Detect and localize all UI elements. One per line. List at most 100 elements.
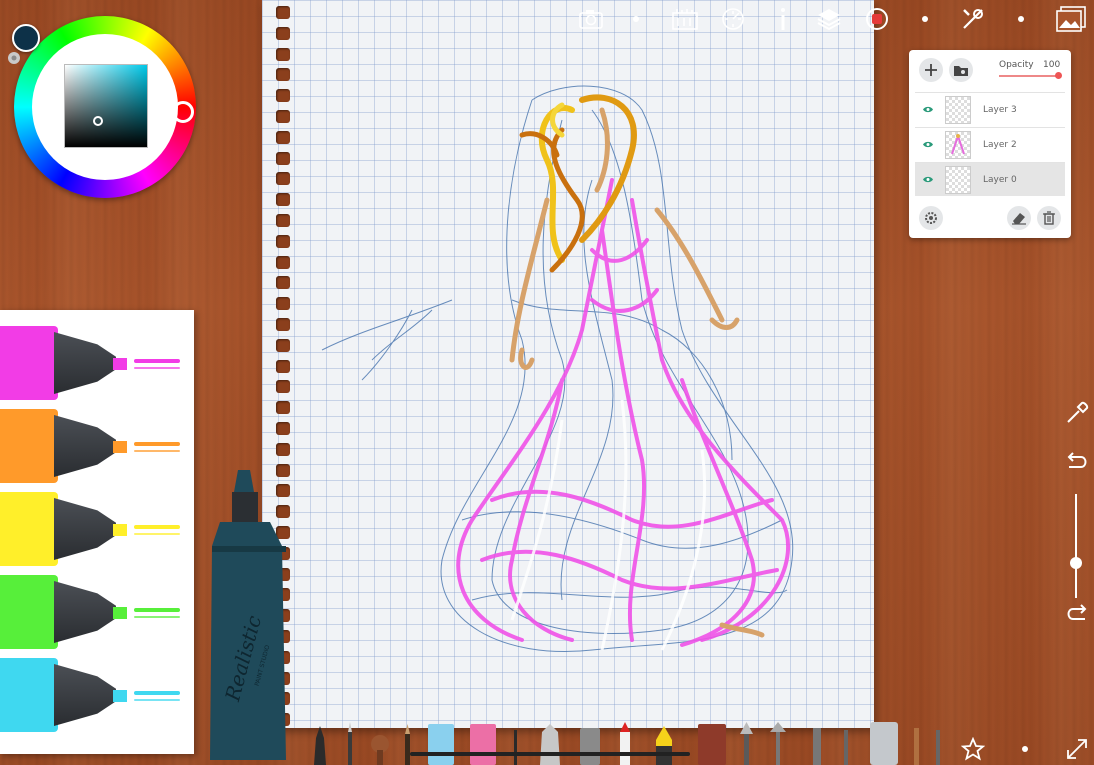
hue-selection-marker[interactable] (172, 101, 194, 123)
highlighter-marker[interactable] (0, 575, 190, 649)
marker-body (0, 658, 58, 732)
opacity-slider-thumb[interactable] (1055, 72, 1062, 79)
marker-swatch-stroke (134, 616, 180, 618)
star-icon[interactable] (960, 736, 986, 762)
tool-rack-scrollbar[interactable] (410, 752, 690, 756)
layer-thumbnail (945, 130, 971, 159)
plus-icon (925, 64, 937, 76)
eraser-icon (1012, 213, 1026, 225)
marker-swatch-stroke (134, 533, 180, 535)
record-icon[interactable] (862, 4, 892, 34)
marker-swatch-stroke (134, 525, 180, 529)
marker-tip (113, 441, 127, 453)
current-color-swatch[interactable] (12, 24, 40, 52)
layer-name: Layer 3 (983, 104, 1017, 115)
highlighter-marker[interactable] (0, 326, 190, 400)
import-layer-button[interactable] (949, 58, 973, 82)
tools-icon[interactable] (958, 4, 988, 34)
brush-size-thumb[interactable] (1070, 557, 1082, 569)
clear-layer-button[interactable] (1007, 206, 1031, 230)
marker-tip (113, 690, 127, 702)
ink-pen-tool[interactable] (405, 724, 410, 765)
opacity-slider[interactable] (999, 75, 1061, 77)
visibility-eye-icon[interactable] (915, 106, 941, 113)
smudge-tool[interactable] (580, 728, 600, 765)
visibility-eye-icon[interactable] (915, 141, 941, 148)
marker-swatch-stroke (134, 691, 180, 695)
layer-row[interactable]: Layer 2 (915, 127, 1065, 161)
round-brush-tool[interactable] (371, 735, 389, 765)
redo-icon[interactable] (1064, 448, 1090, 474)
marker-grip (54, 664, 116, 726)
palette-knife-tool[interactable] (540, 724, 560, 765)
grey-eraser-tool[interactable] (870, 722, 898, 765)
color-settings-icon[interactable] (6, 50, 22, 66)
layers-icon[interactable] (814, 4, 844, 34)
trash-icon (1043, 211, 1055, 225)
marker-body (0, 326, 58, 400)
ruler-icon[interactable] (670, 4, 700, 34)
flat-brush-tool[interactable] (813, 728, 821, 765)
fan-brush-tool[interactable] (740, 722, 753, 765)
undo-icon[interactable] (1064, 600, 1090, 626)
fullscreen-icon[interactable] (1064, 736, 1090, 762)
marker-grip (54, 498, 116, 560)
marker-body (0, 492, 58, 566)
highlighter-tray (0, 310, 194, 754)
active-marker-tool[interactable]: Realistic PAINT STUDIO (206, 470, 294, 765)
saturation-value-square[interactable] (64, 64, 148, 148)
visibility-eye-icon[interactable] (915, 176, 941, 183)
marker-tip (113, 607, 127, 619)
wood-pencil-tool[interactable] (914, 728, 940, 765)
marker-body (0, 575, 58, 649)
delete-layer-button[interactable] (1037, 206, 1061, 230)
pencil-tool[interactable] (314, 726, 326, 765)
top-toolbar (570, 4, 1094, 34)
red-marker-tool[interactable] (620, 722, 630, 765)
layers-panel: Opacity 100 Layer 3 Layer 2 Layer 0 (909, 50, 1071, 238)
pink-eraser-tool[interactable] (470, 724, 496, 765)
highlighter-marker[interactable] (0, 492, 190, 566)
marker-swatch-stroke (134, 367, 180, 369)
layer-name: Layer 0 (983, 174, 1017, 185)
fine-pen-tool[interactable] (348, 722, 352, 765)
reference-icon[interactable] (718, 4, 748, 34)
chalk-tool[interactable] (698, 724, 726, 765)
marker-swatch-stroke (134, 699, 180, 701)
add-layer-button[interactable] (919, 58, 943, 82)
color-selection-marker[interactable] (93, 116, 103, 126)
eyedropper-icon[interactable] (1064, 400, 1090, 426)
separator-dot (922, 16, 928, 22)
folder-image-icon (954, 66, 968, 76)
opacity-value: 100 (1043, 60, 1061, 70)
layer-row[interactable]: Layer 0 (915, 162, 1065, 196)
marker-tip (113, 358, 127, 370)
layer-name: Layer 2 (983, 139, 1017, 150)
marker-grip (54, 581, 116, 643)
marker-swatch-stroke (134, 442, 180, 446)
marker-grip (54, 415, 116, 477)
layer-thumbnail (945, 95, 971, 124)
marker-tip (113, 524, 127, 536)
layer-row[interactable]: Layer 3 (915, 92, 1065, 126)
yellow-highlighter-tool[interactable] (656, 726, 672, 765)
separator-dot (1018, 16, 1024, 22)
thin-brush-tool[interactable] (514, 730, 517, 765)
separator-dot (633, 16, 639, 22)
spray-brush-tool[interactable] (770, 722, 786, 765)
marker-grip (54, 332, 116, 394)
highlighter-marker[interactable] (0, 658, 190, 732)
blue-eraser-tool[interactable] (428, 724, 454, 765)
gallery-icon[interactable] (1056, 4, 1086, 34)
marker-body (0, 409, 58, 483)
liner-brush-tool[interactable] (844, 730, 848, 765)
tool-rack (314, 722, 940, 765)
brush-size-slider[interactable] (1075, 494, 1077, 598)
layer-settings-button[interactable] (919, 206, 943, 230)
sketch-artwork (321, 85, 794, 652)
camera-icon[interactable] (576, 4, 606, 34)
opacity-label: Opacity (999, 60, 1034, 70)
marker-swatch-stroke (134, 608, 180, 612)
highlighter-marker[interactable] (0, 409, 190, 483)
info-icon[interactable] (768, 4, 798, 34)
